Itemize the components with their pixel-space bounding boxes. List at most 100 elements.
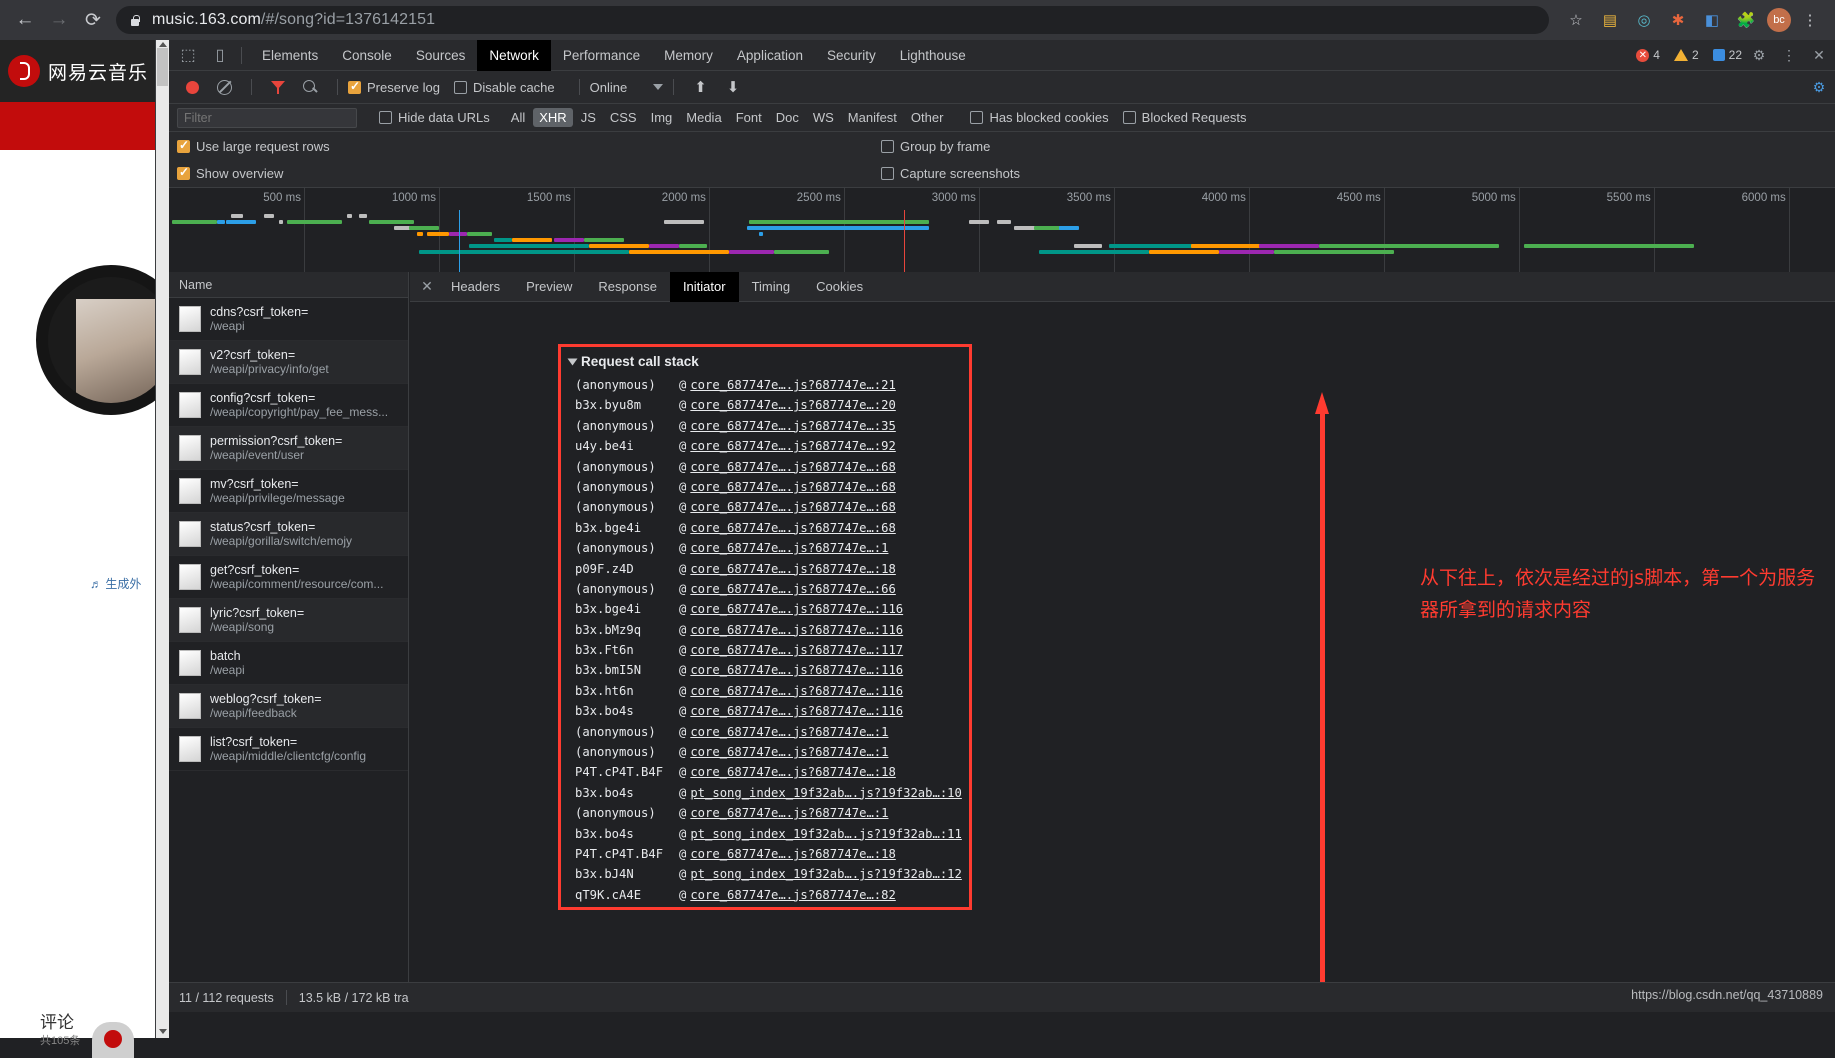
import-har-icon[interactable]: ⬆ bbox=[694, 78, 707, 96]
tab-network[interactable]: Network bbox=[477, 39, 551, 71]
call-stack-entry[interactable]: (anonymous)@core_687747e….js?687747e…:1 bbox=[561, 722, 969, 742]
stack-source-link[interactable]: core_687747e….js?687747e…:35 bbox=[690, 416, 895, 436]
filter-type-xhr[interactable]: XHR bbox=[533, 108, 573, 127]
call-stack-entry[interactable]: (anonymous) @ core_687747e….js?687747e…:68 bbox=[561, 477, 969, 497]
inspect-element-icon[interactable]: ⬚ bbox=[175, 42, 201, 68]
chevron-down-icon[interactable] bbox=[653, 84, 664, 90]
filter-type-ws[interactable]: WS bbox=[807, 108, 840, 127]
group-by-frame-toggle[interactable]: Group by frame bbox=[881, 139, 990, 154]
avatar[interactable]: bc bbox=[1767, 8, 1791, 32]
call-stack-entry[interactable]: qT9K.cA4E @ core_687747e….js?687747e…:82 bbox=[561, 885, 969, 905]
chrome-menu-icon[interactable]: ⋮ bbox=[1795, 5, 1825, 35]
stack-source-link[interactable]: core_687747e….js?687747e…:1 bbox=[690, 722, 888, 742]
filter-type-media[interactable]: Media bbox=[680, 108, 727, 127]
preserve-log-checkbox[interactable] bbox=[348, 79, 361, 94]
settings-gear-icon[interactable]: ⚙ bbox=[1746, 42, 1772, 68]
tab-timing[interactable]: Timing bbox=[739, 272, 804, 302]
call-stack-entry[interactable]: (anonymous) @ core_687747e….js?687747e…:35 bbox=[561, 416, 969, 436]
call-stack-entry[interactable]: (anonymous)@core_687747e….js?687747e…:1 bbox=[561, 538, 969, 558]
table-row[interactable]: get?csrf_token=/weapi/comment/resource/c… bbox=[169, 556, 408, 599]
tab-cookies[interactable]: Cookies bbox=[803, 272, 876, 302]
export-har-icon[interactable]: ⬇ bbox=[727, 78, 740, 96]
extension-icon-4[interactable]: ◧ bbox=[1697, 5, 1727, 35]
tab-application[interactable]: Application bbox=[725, 40, 815, 71]
call-stack-entry[interactable]: b3x.bo4s @ pt_song_index_19f32ab….js?19f32… bbox=[561, 783, 969, 803]
tab-performance[interactable]: Performance bbox=[551, 40, 652, 71]
stack-source-link[interactable]: core_687747e….js?687747e…:116 bbox=[690, 660, 903, 680]
clear-network-log-icon[interactable] bbox=[217, 79, 232, 95]
throttling-select[interactable]: Online bbox=[590, 80, 628, 95]
call-stack-entry[interactable]: b3x.bo4s @ pt_song_index_19f32ab….js?19f32… bbox=[561, 824, 969, 844]
tab-lighthouse[interactable]: Lighthouse bbox=[888, 40, 978, 71]
table-row[interactable]: list?csrf_token=/weapi/middle/clientcfg/… bbox=[169, 728, 408, 771]
stack-source-link[interactable]: core_687747e….js?687747e…:18 bbox=[690, 762, 895, 782]
table-row[interactable]: batch/weapi bbox=[169, 642, 408, 685]
call-stack-entry[interactable]: (anonymous)@core_687747e….js?687747e…:1 bbox=[561, 905, 969, 907]
call-stack-entry[interactable]: b3x.bo4s @ core_687747e….js?687747e…:116 bbox=[561, 701, 969, 721]
scrollbar-thumb[interactable] bbox=[157, 48, 168, 86]
table-row[interactable]: cdns?csrf_token=/weapi bbox=[169, 298, 408, 341]
request-call-stack-title[interactable]: Request call stack bbox=[561, 347, 969, 375]
extension-icon-3[interactable]: ✱ bbox=[1663, 5, 1693, 35]
network-settings-icon[interactable]: ⚙ bbox=[1806, 74, 1832, 100]
hide-data-urls-toggle[interactable]: Hide data URLs bbox=[379, 110, 490, 125]
scroll-up-icon[interactable] bbox=[159, 42, 167, 47]
filter-type-img[interactable]: Img bbox=[645, 108, 679, 127]
stack-source-link[interactable]: core_687747e….js?687747e…:116 bbox=[690, 599, 903, 619]
call-stack-entry[interactable]: P4T.cP4T.B4F @ core_687747e….js?687747e…:1… bbox=[561, 762, 969, 782]
filter-type-doc[interactable]: Doc bbox=[770, 108, 805, 127]
tab-sources[interactable]: Sources bbox=[404, 40, 478, 71]
extension-icon-1[interactable]: ▤ bbox=[1595, 5, 1625, 35]
devtools-more-icon[interactable]: ⋮ bbox=[1776, 42, 1802, 68]
stack-source-link[interactable]: core_687747e….js?687747e…:68 bbox=[690, 477, 895, 497]
stack-source-link[interactable]: pt_song_index_19f32ab….js?19f32ab…:12 bbox=[690, 864, 962, 884]
stack-source-link[interactable]: core_687747e….js?687747e…:117 bbox=[690, 640, 903, 660]
group-by-frame-checkbox[interactable] bbox=[881, 139, 894, 153]
warning-counter[interactable]: 2 bbox=[1664, 48, 1699, 62]
stack-source-link[interactable]: core_687747e….js?687747e…:68 bbox=[690, 518, 895, 538]
play-button[interactable] bbox=[92, 1022, 134, 1058]
device-toolbar-icon[interactable]: ▯ bbox=[207, 42, 233, 68]
call-stack-entry[interactable]: P4T.cP4T.B4F @ core_687747e….js?687747e…:1… bbox=[561, 844, 969, 864]
page-scrollbar[interactable] bbox=[156, 40, 169, 1038]
devtools-close-icon[interactable]: ✕ bbox=[1806, 42, 1832, 68]
call-stack-entry[interactable]: b3x.ht6n @ core_687747e….js?687747e…:116 bbox=[561, 681, 969, 701]
tab-security[interactable]: Security bbox=[815, 40, 888, 71]
extension-icon-2[interactable]: ◎ bbox=[1629, 5, 1659, 35]
call-stack-entry[interactable]: (anonymous) @ core_687747e….js?687747e…:66 bbox=[561, 579, 969, 599]
call-stack-entry[interactable]: (anonymous) @ core_687747e….js?687747e…:68 bbox=[561, 457, 969, 477]
capture-screenshots-toggle[interactable]: Capture screenshots bbox=[881, 166, 1020, 181]
extensions-puzzle-icon[interactable]: 🧩 bbox=[1731, 5, 1761, 35]
filter-type-css[interactable]: CSS bbox=[604, 108, 643, 127]
call-stack-entry[interactable]: b3x.bJ4N @ pt_song_index_19f32ab….js?19f32… bbox=[561, 864, 969, 884]
hide-data-urls-checkbox[interactable] bbox=[379, 111, 392, 124]
stack-source-link[interactable]: core_687747e….js?687747e…:116 bbox=[690, 620, 903, 640]
disable-cache-toggle[interactable]: Disable cache bbox=[453, 80, 555, 95]
record-button[interactable] bbox=[186, 80, 199, 94]
filter-type-other[interactable]: Other bbox=[905, 108, 950, 127]
call-stack-entry[interactable]: b3x.bMz9q @ core_687747e….js?687747e…:116 bbox=[561, 620, 969, 640]
filter-type-manifest[interactable]: Manifest bbox=[842, 108, 903, 127]
request-list-header[interactable]: Name bbox=[169, 272, 408, 298]
stack-source-link[interactable]: core_687747e….js?687747e…:21 bbox=[690, 375, 895, 395]
tab-response[interactable]: Response bbox=[585, 272, 670, 302]
call-stack-entry[interactable]: (anonymous)@core_687747e….js?687747e…:1 bbox=[561, 742, 969, 762]
call-stack-entry[interactable]: b3x.bge4i @ core_687747e….js?687747e…:116 bbox=[561, 599, 969, 619]
info-counter[interactable]: 22 bbox=[1703, 48, 1742, 62]
has-blocked-cookies-toggle[interactable]: Has blocked cookies bbox=[970, 110, 1109, 125]
stack-source-link[interactable]: core_687747e….js?687747e…:116 bbox=[690, 681, 903, 701]
table-row[interactable]: weblog?csrf_token=/weapi/feedback bbox=[169, 685, 408, 728]
use-large-rows-checkbox[interactable] bbox=[177, 138, 190, 153]
tab-memory[interactable]: Memory bbox=[652, 40, 725, 71]
back-icon[interactable]: ← bbox=[10, 5, 40, 35]
table-row[interactable]: mv?csrf_token=/weapi/privilege/message bbox=[169, 470, 408, 513]
close-detail-icon[interactable]: ✕ bbox=[416, 278, 438, 295]
stack-source-link[interactable]: core_687747e….js?687747e…:20 bbox=[690, 395, 895, 415]
table-row[interactable]: status?csrf_token=/weapi/gorilla/switch/… bbox=[169, 513, 408, 556]
scroll-down-icon[interactable] bbox=[159, 1029, 167, 1034]
table-row[interactable]: v2?csrf_token=/weapi/privacy/info/get bbox=[169, 341, 408, 384]
filter-type-js[interactable]: JS bbox=[575, 108, 602, 127]
call-stack-entry[interactable]: u4y.be4i @ core_687747e….js?687747e…:92 bbox=[561, 436, 969, 456]
stack-source-link[interactable]: core_687747e….js?687747e…:1 bbox=[690, 538, 888, 558]
show-overview-checkbox[interactable] bbox=[177, 165, 190, 180]
